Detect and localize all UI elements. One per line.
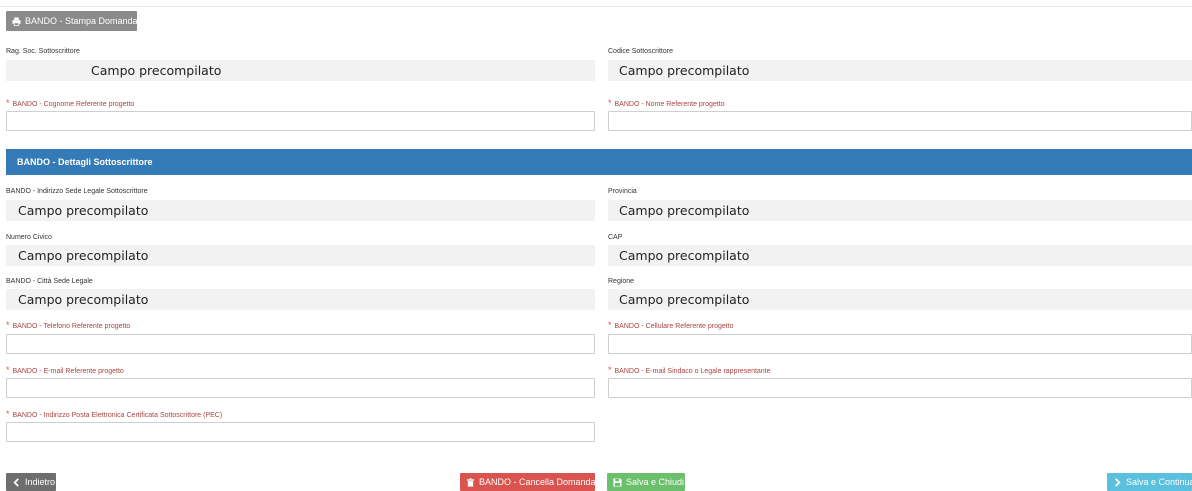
nome-label: * BANDO - Nome Referente progetto — [608, 98, 725, 108]
email-sindaco-label-text: BANDO - E-mail Sindaco o Legale rapprese… — [614, 368, 771, 375]
citta-label: BANDO - Città Sede Legale — [6, 278, 93, 285]
save-close-button[interactable]: Salva e Chiudi — [607, 473, 685, 491]
provincia-label: Provincia — [608, 188, 637, 195]
telefono-input[interactable] — [6, 334, 595, 354]
email-referente-input[interactable] — [6, 378, 595, 398]
required-marker: * — [6, 365, 10, 375]
pec-label: * BANDO - Indirizzo Posta Elettronica Cer… — [6, 409, 222, 419]
email-sindaco-label: * BANDO - E-mail Sindaco o Legale rappres… — [608, 365, 771, 375]
cognome-input[interactable] — [6, 111, 595, 131]
civico-field: Campo precompilato — [6, 245, 595, 266]
provincia-field: Campo precompilato — [608, 200, 1192, 221]
email-sindaco-input[interactable] — [608, 378, 1192, 398]
civico-label: Numero Civico — [6, 234, 52, 241]
print-button-label: BANDO - Stampa Domanda — [25, 16, 138, 26]
trash-icon — [466, 477, 475, 487]
rag-soc-field: Campo precompilato — [6, 60, 595, 81]
regione-label: Regione — [608, 278, 635, 285]
email-ref-label-text: BANDO - E-mail Referente progetto — [12, 368, 124, 375]
cellulare-input[interactable] — [608, 334, 1192, 354]
print-application-button[interactable]: BANDO - Stampa Domanda — [6, 11, 138, 31]
save-continue-button-label: Salva e Continua — [1126, 477, 1192, 487]
cellulare-label: * BANDO - Cellulare Referente progetto — [608, 320, 734, 330]
chevron-left-icon — [13, 477, 19, 487]
nome-label-text: BANDO - Nome Referente progetto — [614, 101, 725, 108]
nome-input[interactable] — [608, 111, 1192, 131]
section-header-dettagli: BANDO - Dettagli Sottoscrittore — [6, 149, 1192, 175]
rag-soc-label: Rag. Soc. Sottoscrittore — [6, 48, 80, 55]
email-ref-label: * BANDO - E-mail Referente progetto — [6, 365, 124, 375]
save-continue-button[interactable]: Salva e Continua — [1107, 473, 1192, 491]
indirizzo-field: Campo precompilato — [6, 200, 595, 221]
required-marker: * — [608, 365, 612, 375]
cognome-label: * BANDO - Cognome Referente progetto — [6, 98, 134, 108]
print-icon — [12, 16, 21, 26]
required-marker: * — [6, 98, 10, 108]
citta-field: Campo precompilato — [6, 289, 595, 310]
cap-field: Campo precompilato — [608, 245, 1192, 266]
required-marker: * — [6, 320, 10, 330]
codice-label: Codice Sottoscrittore — [608, 48, 673, 55]
cognome-label-text: BANDO - Cognome Referente progetto — [12, 101, 135, 108]
regione-field: Campo precompilato — [608, 289, 1192, 310]
back-button[interactable]: Indietro — [6, 473, 56, 491]
cap-label: CAP — [608, 234, 623, 241]
cancel-application-button[interactable]: BANDO - Cancella Domanda — [460, 473, 596, 491]
pec-input[interactable] — [6, 422, 595, 442]
cellulare-label-text: BANDO - Cellulare Referente progetto — [614, 323, 734, 330]
telefono-label-text: BANDO - Telefono Referente progetto — [12, 323, 131, 330]
pec-label-text: BANDO - Indirizzo Posta Elettronica Cert… — [12, 412, 223, 419]
save-close-button-label: Salva e Chiudi — [626, 477, 685, 487]
required-marker: * — [6, 409, 10, 419]
chevron-right-icon — [1115, 477, 1121, 487]
indirizzo-label: BANDO - Indirizzo Sede Legale Sottoscrit… — [6, 188, 148, 195]
top-divider — [0, 6, 1192, 7]
back-button-label: Indietro — [25, 477, 56, 487]
required-marker: * — [608, 320, 612, 330]
floppy-disk-icon — [613, 477, 622, 487]
codice-field: Campo precompilato — [608, 60, 1192, 81]
telefono-label: * BANDO - Telefono Referente progetto — [6, 320, 130, 330]
cancel-button-label: BANDO - Cancella Domanda — [479, 477, 596, 487]
required-marker: * — [608, 98, 612, 108]
